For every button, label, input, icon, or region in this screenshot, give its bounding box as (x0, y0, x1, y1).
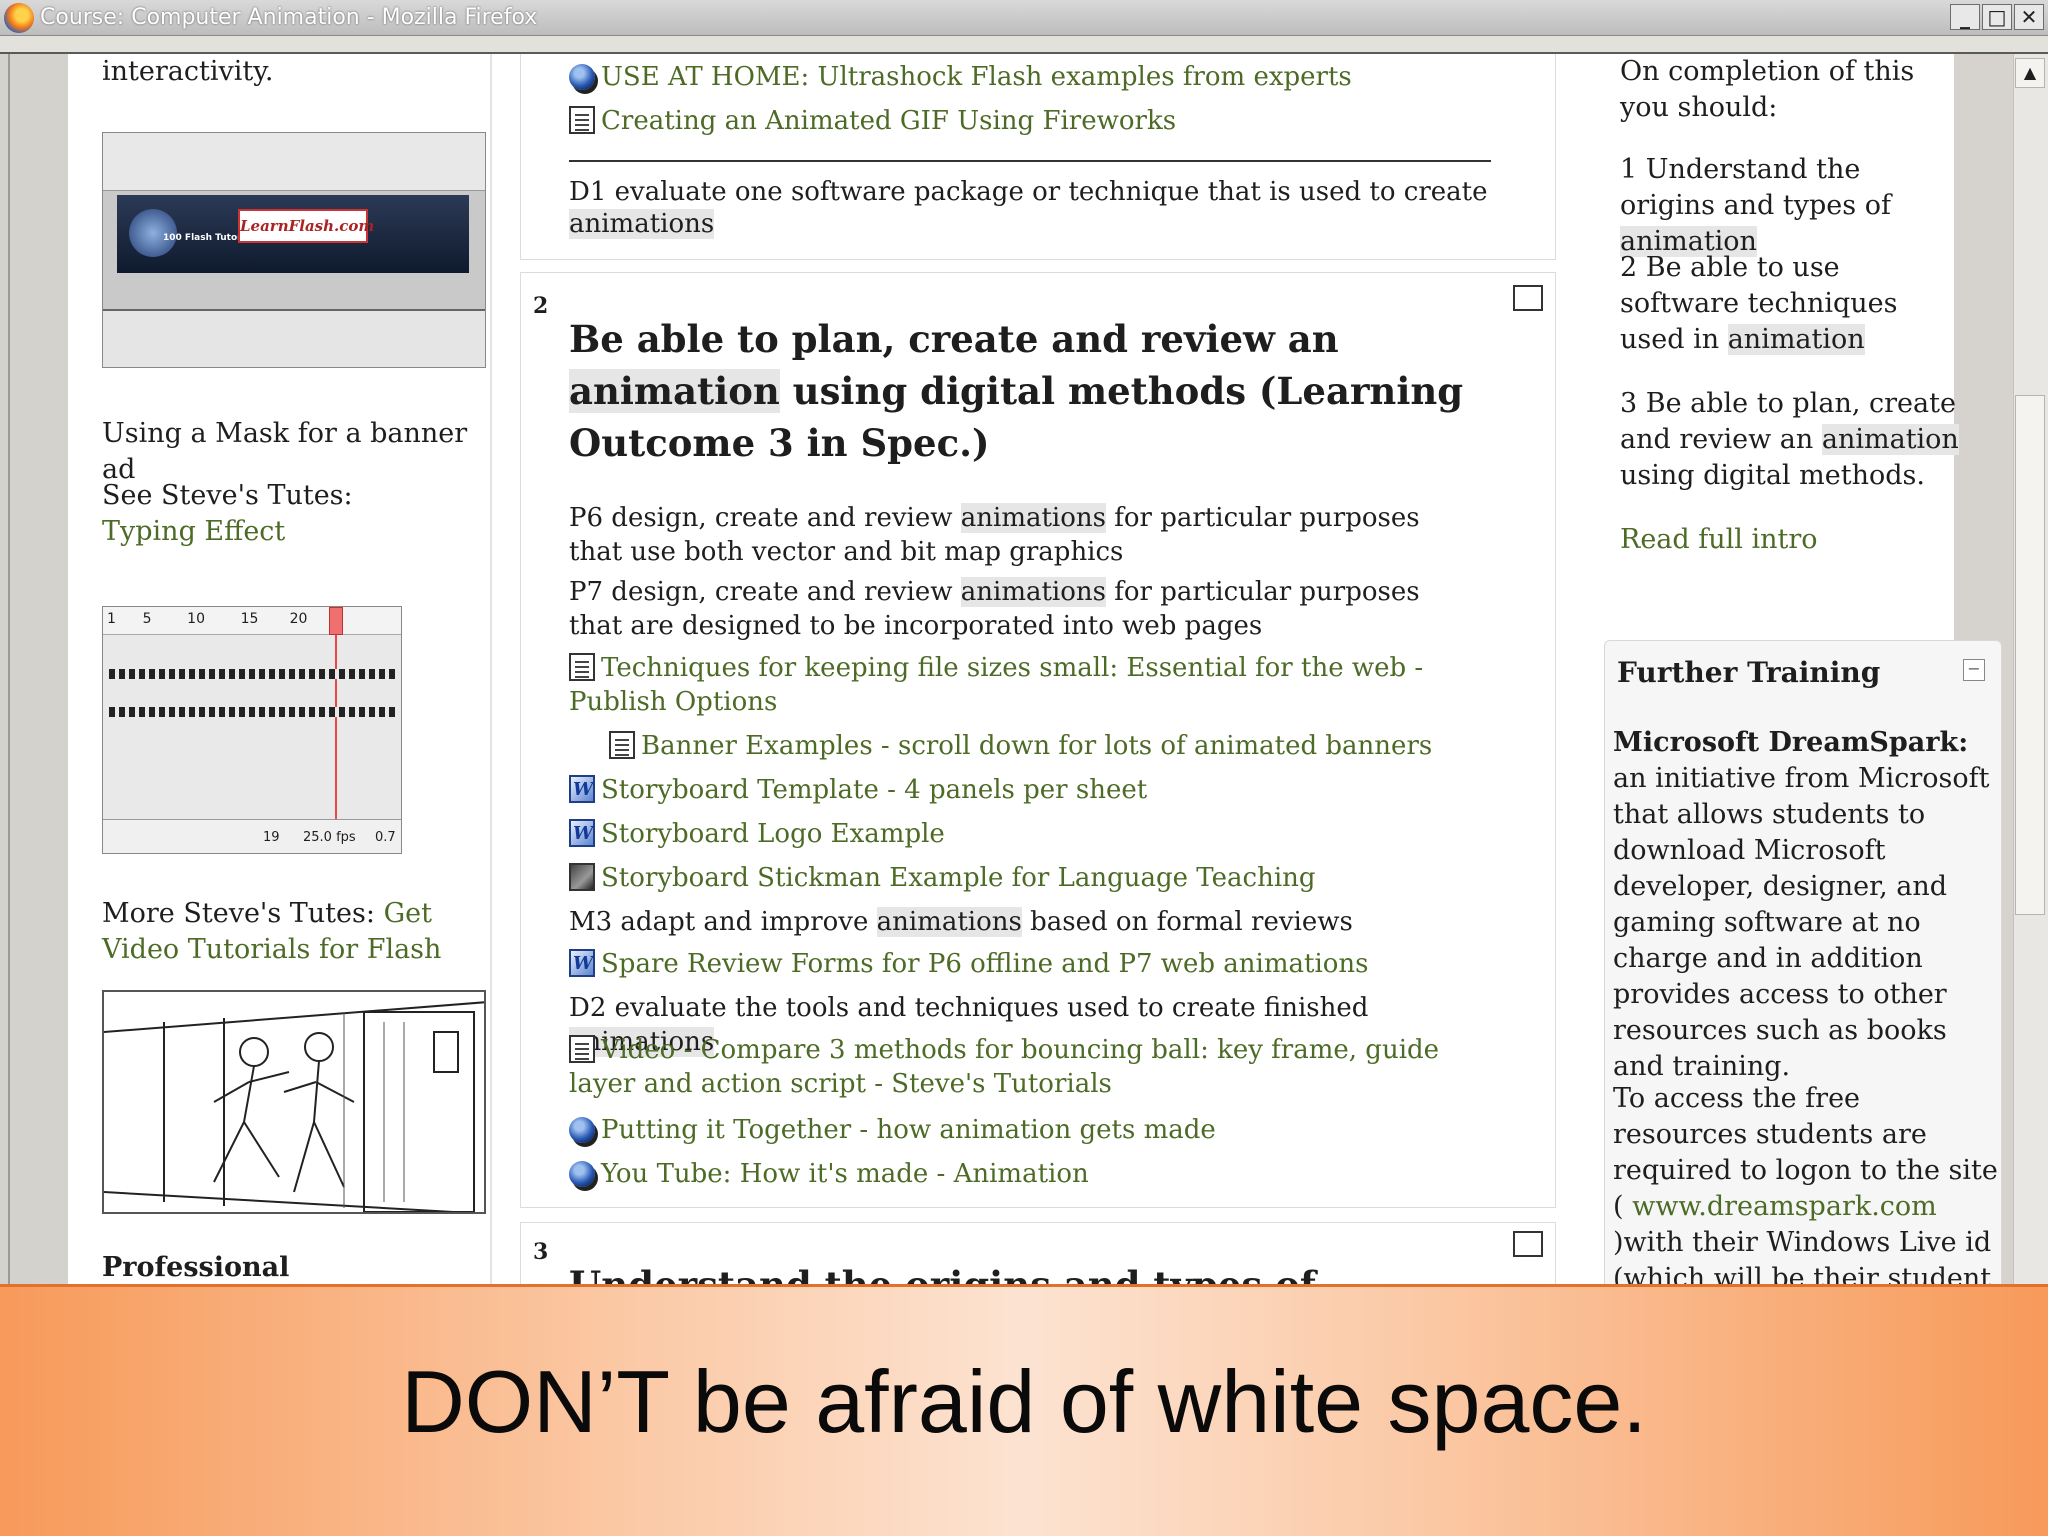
list-item[interactable]: Storyboard Template - 4 panels per sheet (569, 773, 1489, 807)
maximize-button[interactable]: □ (1982, 4, 2012, 30)
scrollbar-thumb[interactable] (2015, 395, 2045, 915)
section-checkbox[interactable] (1513, 1231, 1543, 1257)
stickman-link[interactable]: Storyboard Stickman Example for Language… (601, 863, 1316, 893)
close-button[interactable]: ✕ (2014, 4, 2044, 30)
left-sidebar: interactivity. 100 Flash Tutorials Learn… (90, 54, 492, 1284)
list-item[interactable]: Spare Review Forms for P6 offline and P7… (569, 947, 1489, 981)
further-training-title: Further Training (1617, 656, 1881, 689)
interactivity-text: interactivity. (102, 56, 274, 87)
outcome-2: 2 Be able to use software techniques use… (1620, 252, 1898, 355)
collapse-icon[interactable]: − (1963, 659, 1985, 681)
youtube-link[interactable]: You Tube: How it's made - Animation (601, 1159, 1089, 1189)
left-gutter (0, 54, 68, 1284)
section-3-title: Understand the origins and types of anim… (569, 1259, 1489, 1284)
word-doc-icon (569, 775, 595, 803)
section-3: 3 Understand the origins and types of an… (520, 1222, 1556, 1284)
section-2-title: Be able to plan, create and review an an… (569, 317, 1464, 465)
m3-criterion: M3 adapt and improve animations based on… (569, 907, 1353, 937)
learnflash-logo: LearnFlash.com (238, 209, 374, 243)
firefox-logo-icon (4, 3, 34, 33)
storyboard-template-link[interactable]: Storyboard Template - 4 panels per sheet (601, 775, 1147, 805)
globe-icon (569, 1117, 595, 1143)
outcome-1: 1 Understand the origins and types of an… (1620, 154, 1891, 257)
storyboard-sketch-image (102, 990, 486, 1214)
list-item[interactable]: Storyboard Stickman Example for Language… (569, 861, 1489, 895)
list-item[interactable]: You Tube: How it's made - Animation (569, 1157, 1489, 1191)
section-2: 2 Be able to plan, create and review an … (520, 272, 1556, 1208)
list-item[interactable]: Banner Examples - scroll down for lots o… (609, 729, 1529, 763)
professional-heading: Professional (102, 1252, 290, 1283)
divider (569, 160, 1491, 162)
course-summary: On completion of this you should: 1 Unde… (1608, 54, 1959, 644)
bouncing-ball-video-link[interactable]: Video - Compare 3 methods for bouncing b… (569, 1035, 1439, 1099)
techniques-link[interactable]: Techniques for keeping file sizes small:… (569, 653, 1423, 717)
slide-caption-banner: DON’T be afraid of white space. (0, 1284, 2048, 1536)
section-number: 3 (533, 1239, 549, 1265)
tutes2-prefix: More Steve's Tutes: (102, 898, 384, 929)
list-item[interactable]: Video - Compare 3 methods for bouncing b… (569, 1033, 1489, 1101)
learnflash-screenshot[interactable]: 100 Flash Tutorials LearnFlash.com (102, 132, 486, 368)
document-icon (569, 1035, 595, 1063)
window-title: Course: Computer Animation - Mozilla Fir… (40, 5, 538, 30)
outcome-3: 3 Be able to plan, create and review an … (1620, 388, 1959, 491)
left-divider (8, 54, 10, 1284)
minimize-button[interactable]: _ (1950, 4, 1980, 30)
section-number: 2 (533, 293, 549, 319)
putting-together-link[interactable]: Putting it Together - how animation gets… (601, 1115, 1216, 1145)
list-item[interactable]: Techniques for keeping file sizes small:… (569, 651, 1449, 719)
banner-examples-link[interactable]: Banner Examples - scroll down for lots o… (641, 731, 1432, 761)
section-1: USE AT HOME: Ultrashock Flash examples f… (520, 54, 1556, 260)
globe-icon (569, 64, 595, 90)
globe-icon (569, 1161, 595, 1187)
read-full-intro-link[interactable]: Read full intro (1620, 522, 1818, 558)
window-titlebar: Course: Computer Animation - Mozilla Fir… (0, 0, 2048, 36)
scroll-up-arrow-icon[interactable]: ▲ (2015, 58, 2045, 88)
further-training-block: Further Training − Microsoft DreamSpark:… (1604, 640, 2002, 1330)
storyboard-logo-link[interactable]: Storyboard Logo Example (601, 819, 945, 849)
steves-tutes-1: See Steve's Tutes: Typing Effect (102, 478, 432, 550)
list-item[interactable]: Putting it Together - how animation gets… (569, 1113, 1489, 1147)
summary-intro: On completion of this you should: (1620, 56, 1915, 123)
ultrashock-link[interactable]: USE AT HOME: Ultrashock Flash examples f… (601, 62, 1352, 92)
slide-caption: DON’T be afraid of white space. (401, 1352, 1647, 1451)
word-doc-icon (569, 819, 595, 847)
dreamspark-link[interactable]: www.dreamspark.com (1632, 1191, 1937, 1222)
dreamspark-text: Microsoft DreamSpark: an initiative from… (1613, 727, 1990, 1082)
tutes-prefix: See Steve's Tutes: (102, 480, 353, 511)
document-icon (569, 106, 595, 134)
typing-effect-link[interactable]: Typing Effect (102, 516, 285, 547)
toolbar-strip (0, 36, 2048, 54)
list-item[interactable]: Creating an Animated GIF Using Fireworks (569, 104, 1489, 138)
animated-gif-link[interactable]: Creating an Animated GIF Using Fireworks (601, 106, 1176, 136)
list-item[interactable]: USE AT HOME: Ultrashock Flash examples f… (569, 60, 1489, 94)
image-icon (569, 863, 595, 891)
flash-timeline-image: 1 5 10 15 20 19 25.0 fps 0.7 (102, 606, 402, 854)
p6-criterion: P6 design, create and review animations … (569, 503, 1420, 567)
sketch-drawing (104, 1001, 484, 1212)
p7-criterion: P7 design, create and review animations … (569, 577, 1420, 641)
document-icon (609, 731, 635, 759)
section-checkbox[interactable] (1513, 285, 1543, 311)
steves-tutes-2: More Steve's Tutes: Get Video Tutorials … (102, 896, 492, 968)
d1-criterion: D1 evaluate one software package or tech… (569, 177, 1488, 239)
review-forms-link[interactable]: Spare Review Forms for P6 offline and P7… (601, 949, 1369, 979)
list-item[interactable]: Storyboard Logo Example (569, 817, 1489, 851)
document-icon (569, 653, 595, 681)
word-doc-icon (569, 949, 595, 977)
